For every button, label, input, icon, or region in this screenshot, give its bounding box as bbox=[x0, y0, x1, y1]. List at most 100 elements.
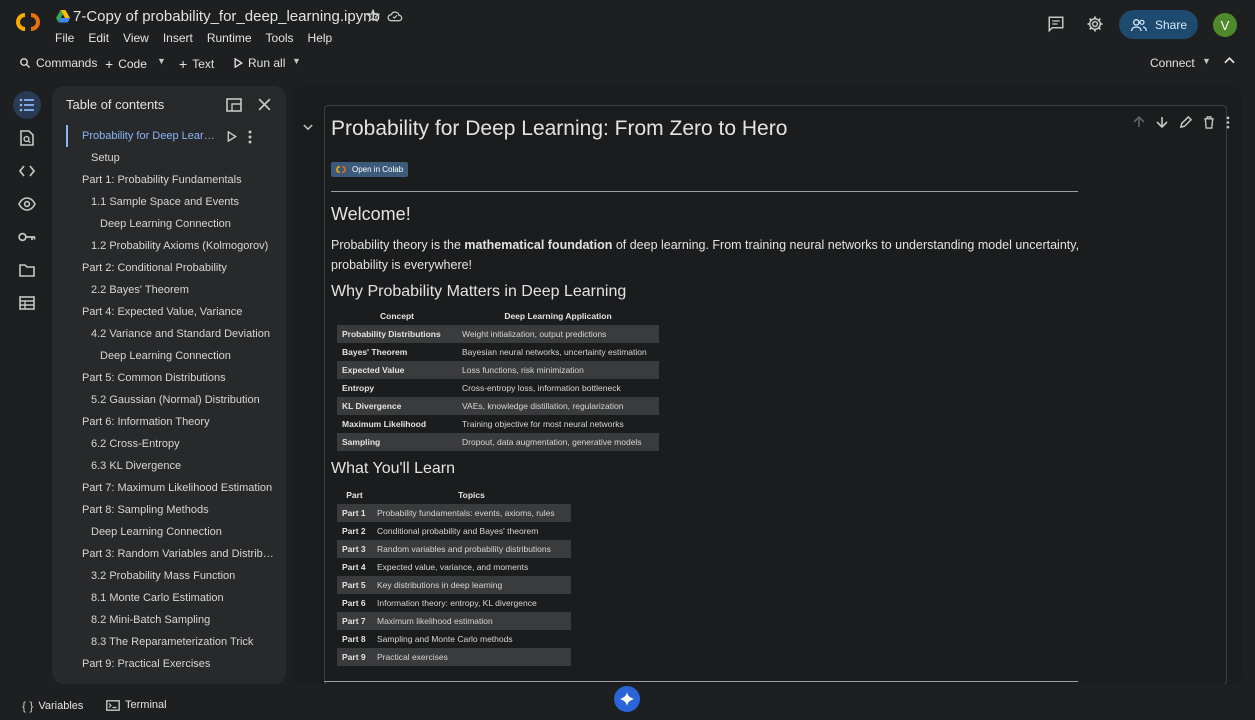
left-rail bbox=[0, 84, 54, 324]
toc-item[interactable]: Probability for Deep Learning: From Zero… bbox=[66, 125, 216, 147]
toc-item[interactable]: Part 9: Practical Exercises bbox=[66, 653, 276, 675]
toc-item[interactable]: 8.3 The Reparameterization Trick bbox=[66, 631, 276, 653]
run-section-icon[interactable] bbox=[227, 131, 237, 142]
table-header: Concept bbox=[380, 311, 414, 321]
connect-button[interactable]: Connect bbox=[1150, 56, 1195, 70]
chevron-down-icon[interactable] bbox=[303, 124, 313, 131]
toc-item[interactable]: 6.2 Cross-Entropy bbox=[66, 433, 276, 455]
menu-runtime[interactable]: Runtime bbox=[207, 31, 252, 45]
table-row: Maximum Likelihood Training objective for… bbox=[342, 419, 624, 429]
variables-label: Variables bbox=[38, 700, 84, 712]
table-row: Probability Distributions Weight initiali… bbox=[337, 325, 659, 343]
table-row: Part 7 Maximum likelihood estimation bbox=[337, 612, 571, 630]
avatar[interactable]: V bbox=[1213, 13, 1237, 37]
add-text-button[interactable]: + Text bbox=[179, 56, 214, 72]
cell-content: Probability for Deep Learning: From Zero… bbox=[331, 117, 1091, 666]
play-icon bbox=[234, 58, 243, 68]
toc-item[interactable]: 3.2 Probability Mass Function bbox=[66, 565, 276, 587]
table-row: Part 2 Conditional probability and Bayes'… bbox=[342, 526, 539, 536]
search-icon bbox=[20, 58, 30, 68]
edit-icon[interactable] bbox=[1179, 116, 1192, 129]
table-row: Part 8 Sampling and Monte Carlo methods bbox=[342, 634, 513, 644]
colab-logo[interactable] bbox=[12, 11, 44, 33]
popout-icon[interactable] bbox=[226, 98, 242, 112]
commands-button[interactable]: Commands bbox=[19, 56, 97, 70]
menu-edit[interactable]: Edit bbox=[88, 31, 109, 45]
close-icon[interactable] bbox=[258, 98, 271, 111]
code-label: Code bbox=[118, 57, 147, 71]
menu-help[interactable]: Help bbox=[308, 31, 333, 45]
arrow-down-icon[interactable] bbox=[1156, 116, 1168, 129]
delete-icon[interactable] bbox=[1203, 116, 1215, 129]
share-button[interactable]: Share bbox=[1119, 10, 1198, 39]
toc-item[interactable]: Part 1: Probability Fundamentals bbox=[66, 169, 276, 191]
terminal-icon bbox=[106, 699, 120, 711]
more-vert-icon[interactable] bbox=[248, 130, 252, 144]
more-vert-icon[interactable] bbox=[1226, 116, 1230, 129]
toc-item[interactable]: 4.2 Variance and Standard Deviation bbox=[66, 323, 276, 345]
code-snippets-icon[interactable] bbox=[13, 157, 41, 185]
run-all-label: Run all bbox=[248, 56, 286, 70]
connect-dropdown-icon[interactable]: ▼ bbox=[1202, 56, 1211, 66]
toc-item[interactable]: 1.2 Probability Axioms (Kolmogorov) bbox=[66, 235, 276, 257]
notebook-title[interactable]: 7-Copy of probability_for_deep_learning.… bbox=[73, 8, 380, 25]
table-row: Part 1 Probability fundamentals: events, … bbox=[337, 504, 571, 522]
code-dropdown-icon[interactable]: ▼ bbox=[157, 56, 166, 66]
toc-item[interactable]: Part 4: Expected Value, Variance bbox=[66, 301, 276, 323]
intro-paragraph: Probability theory is the mathematical f… bbox=[331, 238, 1080, 272]
add-code-button[interactable]: + Code bbox=[105, 56, 147, 72]
menu-view[interactable]: View bbox=[123, 31, 149, 45]
toc-title: Table of contents bbox=[66, 97, 165, 112]
toc-item[interactable]: 8.1 Monte Carlo Estimation bbox=[66, 587, 276, 609]
toc-item[interactable]: Setup bbox=[66, 147, 276, 169]
toc-item[interactable]: 2.2 Bayes' Theorem bbox=[66, 279, 276, 301]
menu-insert[interactable]: Insert bbox=[163, 31, 193, 45]
run-all-dropdown-icon[interactable]: ▼ bbox=[292, 56, 301, 66]
toc-item[interactable]: 6.3 KL Divergence bbox=[66, 455, 276, 477]
table-row: Part 9 Practical exercises bbox=[337, 648, 571, 666]
toc-item[interactable]: Deep Learning Connection bbox=[66, 213, 276, 235]
toc-item[interactable]: Part 3: Random Variables and Distributio… bbox=[66, 543, 276, 565]
toc-panel: Table of contents Probability for Deep L… bbox=[52, 86, 286, 684]
toc-item[interactable]: 8.2 Mini-Batch Sampling bbox=[66, 609, 276, 631]
toc-item[interactable]: 5.2 Gaussian (Normal) Distribution bbox=[66, 389, 276, 411]
table-row: Expected Value Loss functions, risk minim… bbox=[337, 361, 659, 379]
toc-item[interactable]: Deep Learning Connection bbox=[66, 345, 276, 367]
table-row: Part 5 Key distributions in deep learning bbox=[337, 576, 571, 594]
comment-icon[interactable] bbox=[1047, 15, 1065, 33]
folder-icon[interactable] bbox=[13, 256, 41, 284]
cell-toolbar bbox=[1133, 116, 1230, 129]
run-all-button[interactable]: Run all bbox=[234, 56, 285, 70]
find-icon[interactable] bbox=[13, 124, 41, 152]
variables-inspector-icon[interactable] bbox=[13, 190, 41, 218]
why-heading: Why Probability Matters in Deep Learning bbox=[331, 283, 627, 300]
chevron-up-icon[interactable] bbox=[1224, 56, 1235, 64]
divider bbox=[331, 191, 1078, 192]
table-row: Sampling Dropout, data augmentation, gene… bbox=[337, 433, 659, 451]
toc-item[interactable]: Part 5: Common Distributions bbox=[66, 367, 276, 389]
divider bbox=[324, 681, 1078, 682]
terminal-button[interactable]: Terminal bbox=[106, 699, 167, 711]
menu-file[interactable]: File bbox=[55, 31, 74, 45]
gear-icon[interactable] bbox=[1086, 15, 1104, 33]
key-icon[interactable] bbox=[13, 223, 41, 251]
variables-button[interactable]: { } Variables bbox=[22, 699, 83, 713]
toc-item[interactable]: Part 2: Conditional Probability bbox=[66, 257, 276, 279]
menu-tools[interactable]: Tools bbox=[266, 31, 294, 45]
toc-item[interactable]: Deep Learning Connection bbox=[66, 521, 276, 543]
cloud-saved-icon[interactable] bbox=[387, 9, 403, 23]
open-in-colab-badge[interactable]: Open in Colab bbox=[331, 162, 409, 177]
toc-item[interactable]: Part 6: Information Theory bbox=[66, 411, 276, 433]
toc-item[interactable]: 1.1 Sample Space and Events bbox=[66, 191, 276, 213]
table-icon[interactable] bbox=[13, 289, 41, 317]
toc-item[interactable]: Part 7: Maximum Likelihood Estimation bbox=[66, 477, 276, 499]
table-row: Entropy Cross-entropy loss, information b… bbox=[342, 383, 621, 393]
gemini-sparkle-icon[interactable] bbox=[614, 686, 640, 712]
toc-icon[interactable] bbox=[13, 91, 41, 119]
terminal-label: Terminal bbox=[125, 699, 167, 711]
star-icon[interactable] bbox=[366, 9, 380, 23]
arrow-up-icon[interactable] bbox=[1133, 116, 1145, 129]
table-row: Bayes' Theorem Bayesian neural networks, … bbox=[342, 347, 647, 357]
table-header: Part bbox=[346, 490, 363, 500]
toc-item[interactable]: Part 8: Sampling Methods bbox=[66, 499, 276, 521]
